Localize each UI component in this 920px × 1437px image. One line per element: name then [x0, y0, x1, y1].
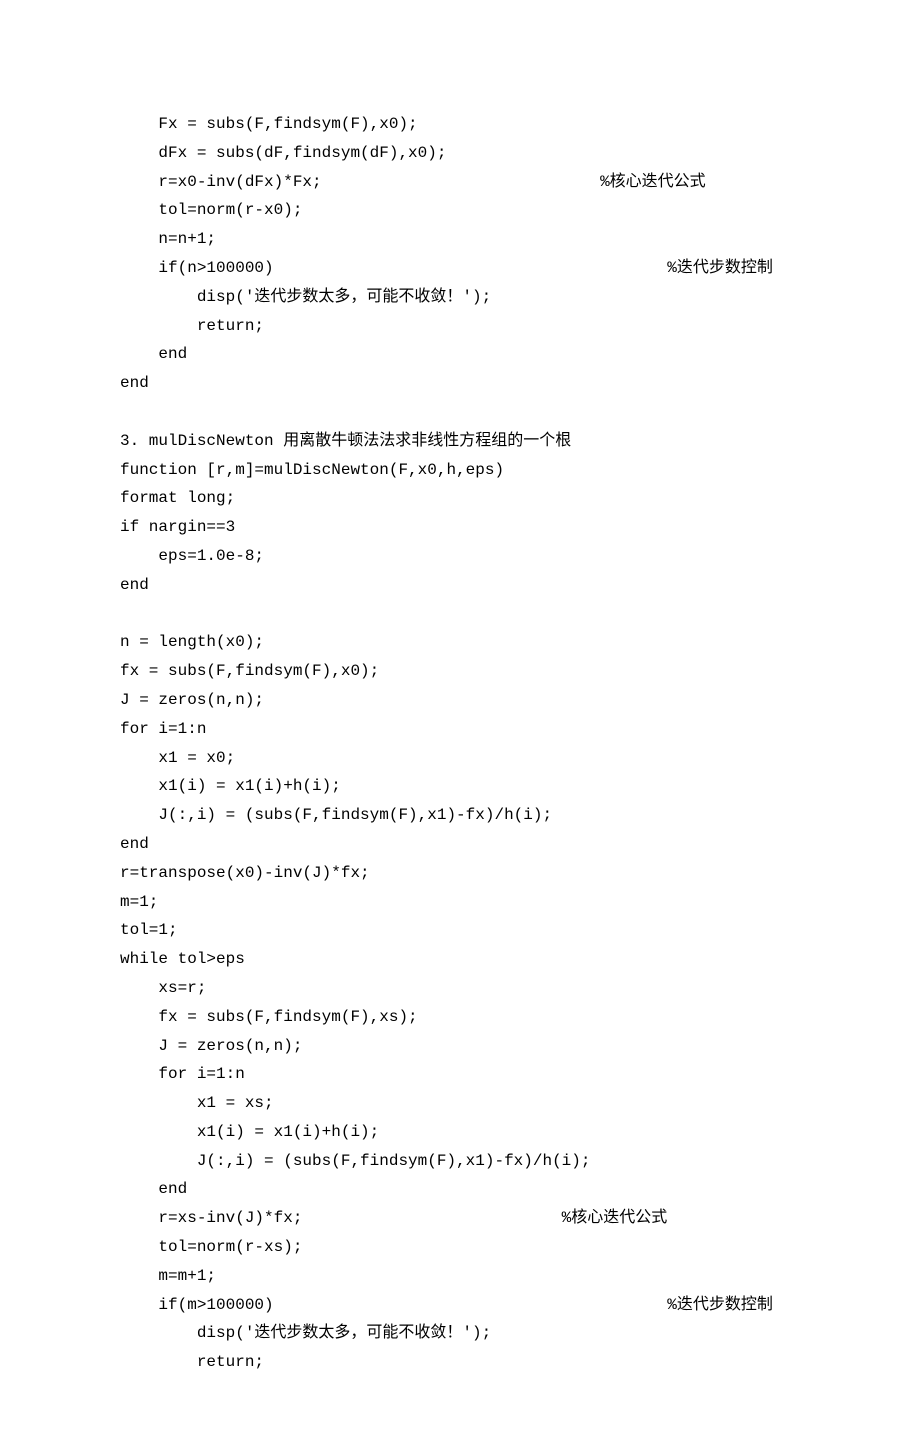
code-line: x1 = xs; [120, 1089, 810, 1118]
code-line: J = zeros(n,n); [120, 1032, 810, 1061]
code-line: r=xs-inv(J)*fx; %核心迭代公式 [120, 1204, 810, 1233]
code-line: end [120, 1175, 810, 1204]
code-line: if(n>100000) %迭代步数控制 [120, 254, 810, 283]
code-line: fx = subs(F,findsym(F),x0); [120, 657, 810, 686]
code-line: tol=norm(r-x0); [120, 196, 810, 225]
code-line: n = length(x0); [120, 628, 810, 657]
code-line: Fx = subs(F,findsym(F),x0); [120, 110, 810, 139]
code-line: while tol>eps [120, 945, 810, 974]
code-line: m=m+1; [120, 1262, 810, 1291]
code-line: if nargin==3 [120, 513, 810, 542]
code-line: for i=1:n [120, 1060, 810, 1089]
code-line: x1 = x0; [120, 744, 810, 773]
code-line: tol=norm(r-xs); [120, 1233, 810, 1262]
code-line: if(m>100000) %迭代步数控制 [120, 1291, 810, 1320]
code-line: return; [120, 312, 810, 341]
code-line: tol=1; [120, 916, 810, 945]
code-line: J = zeros(n,n); [120, 686, 810, 715]
code-line: end [120, 340, 810, 369]
code-line: r=x0-inv(dFx)*Fx; %核心迭代公式 [120, 168, 810, 197]
code-line: end [120, 830, 810, 859]
blank-line [120, 600, 810, 629]
code-line: x1(i) = x1(i)+h(i); [120, 1118, 810, 1147]
code-line: return; [120, 1348, 810, 1377]
code-line: end [120, 369, 810, 398]
code-line: xs=r; [120, 974, 810, 1003]
code-line: dFx = subs(dF,findsym(dF),x0); [120, 139, 810, 168]
code-line: eps=1.0e-8; [120, 542, 810, 571]
code-line: function [r,m]=mulDiscNewton(F,x0,h,eps) [120, 456, 810, 485]
blank-line [120, 398, 810, 427]
document-page: Fx = subs(F,findsym(F),x0);dFx = subs(dF… [0, 0, 920, 1437]
code-line: m=1; [120, 888, 810, 917]
code-line: format long; [120, 484, 810, 513]
code-line: x1(i) = x1(i)+h(i); [120, 772, 810, 801]
code-line: disp('迭代步数太多，可能不收敛！'); [120, 1319, 810, 1348]
code-line: r=transpose(x0)-inv(J)*fx; [120, 859, 810, 888]
code-line: for i=1:n [120, 715, 810, 744]
code-line: 3. mulDiscNewton 用离散牛顿法法求非线性方程组的一个根 [120, 427, 810, 456]
code-line: fx = subs(F,findsym(F),xs); [120, 1003, 810, 1032]
code-line: n=n+1; [120, 225, 810, 254]
code-line: J(:,i) = (subs(F,findsym(F),x1)-fx)/h(i)… [120, 1147, 810, 1176]
code-line: J(:,i) = (subs(F,findsym(F),x1)-fx)/h(i)… [120, 801, 810, 830]
code-line: end [120, 571, 810, 600]
code-line: disp('迭代步数太多，可能不收敛！'); [120, 283, 810, 312]
